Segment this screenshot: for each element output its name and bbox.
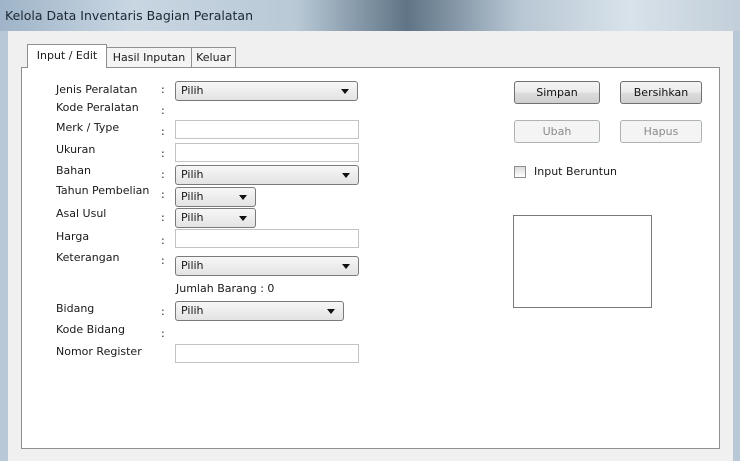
colon: : <box>161 168 165 181</box>
ubah-button[interactable]: Ubah <box>514 120 600 143</box>
bidang-label: Bidang <box>56 302 95 315</box>
colon: : <box>161 254 165 267</box>
tahun-pembelian-label: Tahun Pembelian <box>56 184 150 197</box>
jumlah-barang-text: Jumlah Barang : 0 <box>176 282 275 295</box>
chevron-down-icon <box>239 216 247 221</box>
bahan-select[interactable]: Pilih <box>175 165 359 185</box>
input-beruntun-checkbox[interactable] <box>514 166 526 178</box>
chevron-down-icon <box>327 309 335 314</box>
bahan-value: Pilih <box>181 168 204 181</box>
colon: : <box>161 305 165 318</box>
kode-peralatan-label: Kode Peralatan <box>56 101 139 114</box>
harga-input[interactable] <box>175 229 359 248</box>
colon: : <box>161 83 165 96</box>
colon: : <box>161 125 165 138</box>
jenis-peralatan-value: Pilih <box>181 84 204 97</box>
input-beruntun-label[interactable]: Input Beruntun <box>534 165 617 178</box>
hapus-button[interactable]: Hapus <box>620 120 702 143</box>
ukuran-input[interactable] <box>175 143 359 162</box>
nomor-register-label: Nomor Register <box>56 345 142 358</box>
keterangan-select[interactable]: Pilih <box>175 256 359 276</box>
keterangan-label: Keterangan <box>56 251 120 264</box>
ukuran-label: Ukuran <box>56 143 96 156</box>
asal-usul-value: Pilih <box>181 211 204 224</box>
chevron-down-icon <box>239 195 247 200</box>
asal-usul-label: Asal Usul <box>56 207 107 220</box>
form-layer: Jenis Peralatan : Pilih Kode Peralatan :… <box>0 0 740 461</box>
keterangan-value: Pilih <box>181 259 204 272</box>
merk-type-label: Merk / Type <box>56 121 120 134</box>
colon: : <box>161 188 165 201</box>
bidang-value: Pilih <box>181 304 204 317</box>
colon: : <box>161 104 165 117</box>
tahun-pembelian-value: Pilih <box>181 190 204 203</box>
colon: : <box>161 327 165 340</box>
asal-usul-select[interactable]: Pilih <box>175 208 256 228</box>
tahun-pembelian-select[interactable]: Pilih <box>175 187 256 207</box>
colon: : <box>161 234 165 247</box>
preview-box <box>513 215 652 308</box>
jenis-peralatan-select[interactable]: Pilih <box>175 81 358 101</box>
bersihkan-button[interactable]: Bersihkan <box>620 81 702 104</box>
bidang-select[interactable]: Pilih <box>175 301 344 321</box>
chevron-down-icon <box>341 89 349 94</box>
kode-bidang-label: Kode Bidang <box>56 323 125 336</box>
colon: : <box>161 147 165 160</box>
chevron-down-icon <box>342 173 350 178</box>
jenis-peralatan-label: Jenis Peralatan <box>56 83 138 96</box>
colon: : <box>161 211 165 224</box>
simpan-button[interactable]: Simpan <box>514 81 600 104</box>
chevron-down-icon <box>342 264 350 269</box>
nomor-register-input[interactable] <box>175 344 359 363</box>
merk-type-input[interactable] <box>175 120 359 139</box>
bahan-label: Bahan <box>56 164 91 177</box>
harga-label: Harga <box>56 230 90 243</box>
